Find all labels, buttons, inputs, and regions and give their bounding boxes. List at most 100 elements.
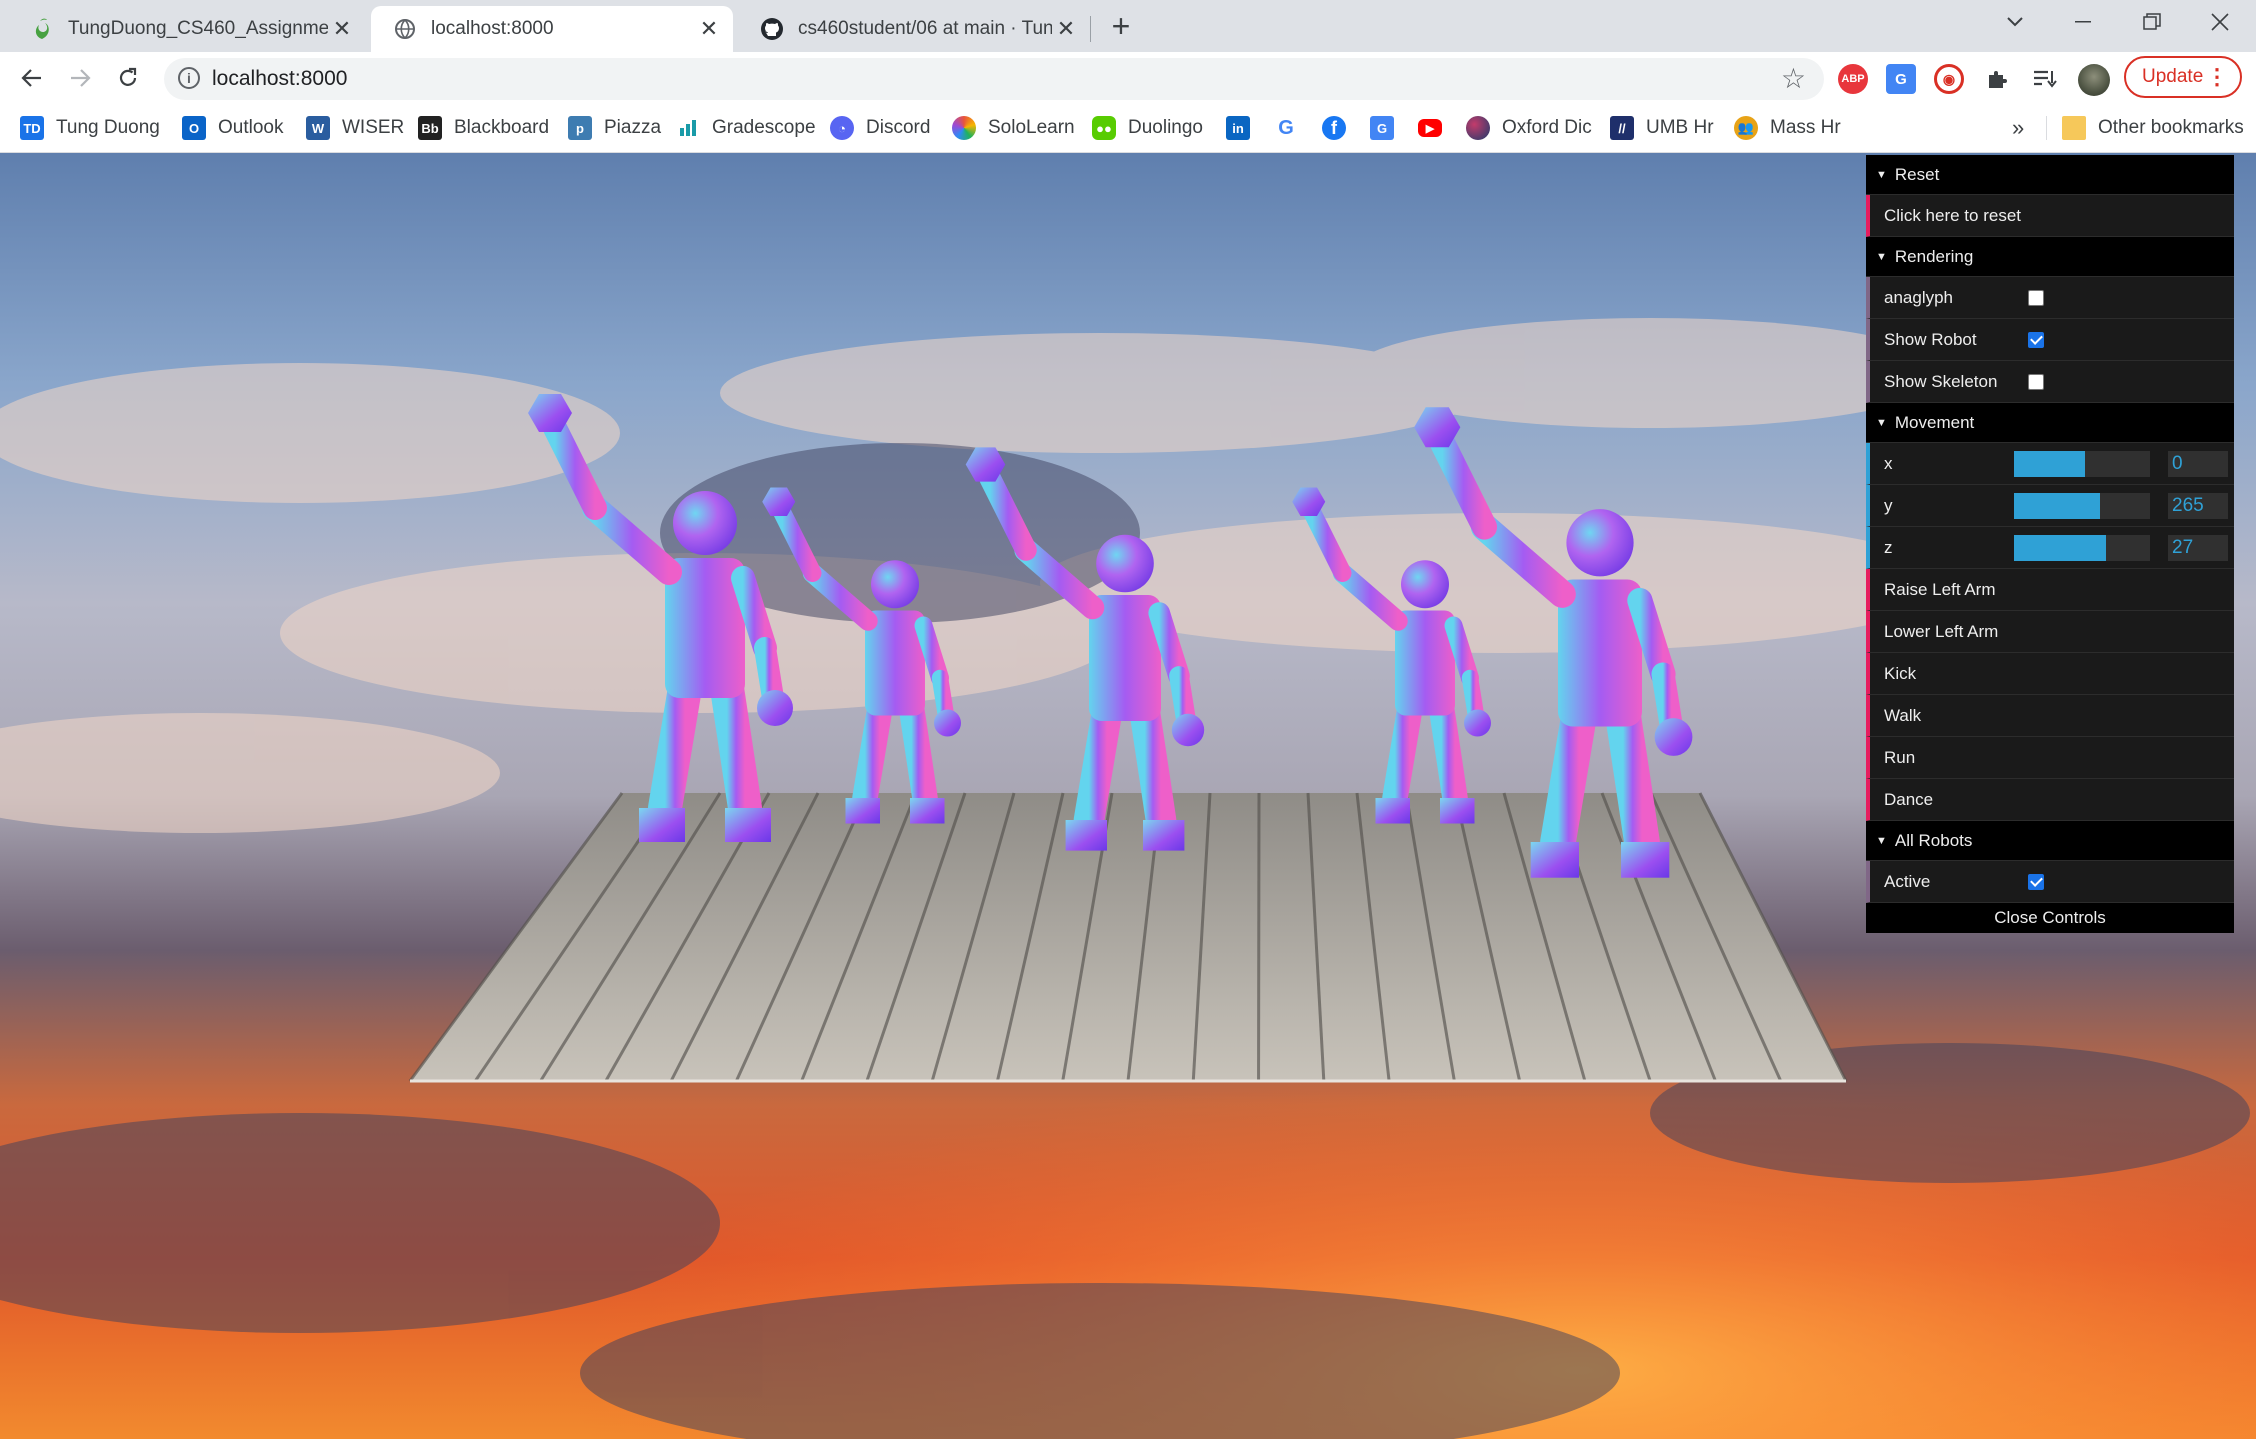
bookmark-label: Blackboard: [454, 117, 550, 138]
z-slider[interactable]: [2014, 535, 2150, 561]
tab-search-icon[interactable]: [1985, 0, 2045, 44]
extensions-puzzle-icon[interactable]: [1982, 64, 2012, 94]
tab-title: TungDuong_CS460_Assignment_: [68, 18, 328, 39]
bookmark-gradescope[interactable]: Gradescope: [676, 114, 816, 142]
x-slider[interactable]: [2014, 451, 2150, 477]
reading-list-icon[interactable]: [2030, 64, 2060, 94]
github-icon: [760, 17, 784, 41]
adblock-plus-icon[interactable]: ABP: [1838, 64, 1868, 94]
bookmark-label: SoloLearn: [988, 117, 1075, 138]
tab-title: cs460student/06 at main · TungD: [798, 18, 1052, 39]
bookmark-star-icon[interactable]: ☆: [1781, 62, 1806, 95]
bookmark-label: Piazza: [604, 117, 662, 138]
show-robot-label: Show Robot: [1884, 329, 1977, 349]
umb-icon: //: [1610, 116, 1634, 140]
bookmark-outlook[interactable]: O Outlook: [182, 114, 283, 142]
x-label: x: [1884, 453, 1893, 473]
y-slider-row: y 265: [1866, 485, 2234, 527]
discord-icon: ◔: [830, 116, 854, 140]
action-label: Run: [1884, 747, 1916, 767]
bookmark-oxford[interactable]: Oxford Dic: [1466, 114, 1592, 142]
close-window-icon[interactable]: [2190, 0, 2250, 44]
run-button[interactable]: Run: [1866, 737, 2234, 779]
reload-icon[interactable]: [110, 60, 146, 96]
bookmark-blackboard[interactable]: Bb Blackboard: [418, 114, 549, 142]
bookmark-piazza[interactable]: p Piazza: [568, 114, 661, 142]
show-robot-checkbox[interactable]: [2028, 331, 2044, 348]
controls-panel: ▼ Reset Click here to reset ▼ Rendering an…: [1866, 155, 2234, 933]
x-slider-row: x 0: [1866, 443, 2234, 485]
outlook-icon: O: [182, 116, 206, 140]
other-bookmarks[interactable]: Other bookmarks: [2062, 114, 2244, 142]
close-controls-button[interactable]: Close Controls: [1866, 903, 2234, 933]
bookmark-sololearn[interactable]: SoloLearn: [952, 114, 1075, 142]
tab-localhost[interactable]: localhost:8000 ✕: [371, 6, 733, 52]
dance-button[interactable]: Dance: [1866, 779, 2234, 821]
y-value-input[interactable]: 265: [2168, 493, 2228, 519]
anaglyph-checkbox[interactable]: [2028, 289, 2044, 306]
folder-reset[interactable]: ▼ Reset: [1866, 155, 2234, 195]
profile-avatar[interactable]: [2078, 64, 2110, 96]
close-tab-icon[interactable]: ✕: [1052, 16, 1080, 42]
bookmark-label: WISER: [342, 117, 405, 138]
lower-left-arm-button[interactable]: Lower Left Arm: [1866, 611, 2234, 653]
bookmark-discord[interactable]: ◔ Discord: [830, 114, 930, 142]
bookmark-wiser[interactable]: W WISER: [306, 114, 404, 142]
walk-button[interactable]: Walk: [1866, 695, 2234, 737]
folder-rendering[interactable]: ▼ Rendering: [1866, 237, 2234, 277]
raise-left-arm-button[interactable]: Raise Left Arm: [1866, 569, 2234, 611]
active-checkbox[interactable]: [2028, 873, 2044, 890]
forward-icon[interactable]: [62, 60, 98, 96]
action-label: Walk: [1884, 705, 1922, 725]
restore-icon[interactable]: [2122, 0, 2182, 44]
bookmark-linkedin[interactable]: in: [1226, 114, 1262, 142]
google-translate-icon[interactable]: G: [1886, 64, 1916, 94]
show-skeleton-label: Show Skeleton: [1884, 371, 1998, 391]
bookmarks-bar: TD Tung Duong O Outlook W WISER Bb Black…: [0, 104, 2256, 153]
bookmark-google[interactable]: G: [1274, 114, 1310, 142]
globe-icon: [393, 17, 417, 41]
bookmark-duolingo[interactable]: ●● Duolingo: [1092, 114, 1203, 142]
kick-button[interactable]: Kick: [1866, 653, 2234, 695]
z-value-input[interactable]: 27: [2168, 535, 2228, 561]
other-bookmarks-label: Other bookmarks: [2098, 117, 2244, 138]
menu-dots-icon[interactable]: ⋮: [2206, 64, 2228, 90]
caret-down-icon: ▼: [1876, 834, 1887, 847]
close-tab-icon[interactable]: ✕: [695, 16, 723, 42]
bookmark-umb-hr[interactable]: // UMB Hr: [1610, 114, 1714, 142]
oxford-icon: [1466, 116, 1490, 140]
close-tab-icon[interactable]: ✕: [328, 16, 356, 42]
reset-button[interactable]: Click here to reset: [1866, 195, 2234, 237]
show-skeleton-checkbox[interactable]: [2028, 373, 2044, 390]
wiser-icon: W: [306, 116, 330, 140]
folder-title: All Robots: [1894, 830, 1973, 850]
overleaf-icon: [30, 17, 54, 41]
new-tab-button[interactable]: +: [1106, 8, 1136, 44]
x-value-input[interactable]: 0: [2168, 451, 2228, 477]
y-slider[interactable]: [2014, 493, 2150, 519]
bookmarks-overflow-button[interactable]: »: [2012, 114, 2024, 142]
active-row: Active: [1866, 861, 2234, 903]
facebook-icon: f: [1322, 116, 1346, 140]
back-icon[interactable]: [14, 60, 50, 96]
bookmark-translate[interactable]: G: [1370, 114, 1406, 142]
bookmark-youtube[interactable]: ▶: [1418, 114, 1454, 142]
bookmark-tung-duong[interactable]: TD Tung Duong: [20, 114, 160, 142]
bookmark-facebook[interactable]: f: [1322, 114, 1358, 142]
extension-shield-icon[interactable]: ◉: [1934, 64, 1964, 94]
bookmark-mass-hr[interactable]: 👥 Mass Hr: [1734, 114, 1841, 142]
minimize-icon[interactable]: [2053, 0, 2113, 44]
site-info-icon[interactable]: i: [178, 67, 200, 89]
tab-overleaf[interactable]: TungDuong_CS460_Assignment_ ✕: [8, 6, 366, 52]
folder-all-robots[interactable]: ▼ All Robots: [1866, 821, 2234, 861]
td-icon: TD: [20, 116, 44, 140]
slider-fill: [2014, 493, 2100, 519]
tab-github[interactable]: cs460student/06 at main · TungD ✕: [738, 6, 1090, 52]
action-label: Lower Left Arm: [1884, 621, 1999, 641]
folder-title: Rendering: [1894, 246, 1974, 266]
update-button[interactable]: Update ⋮: [2124, 56, 2242, 98]
bookmark-label: Discord: [866, 117, 931, 138]
folder-movement[interactable]: ▼ Movement: [1866, 403, 2234, 443]
tab-strip: TungDuong_CS460_Assignment_ ✕ localhost:…: [0, 0, 2256, 52]
address-bar[interactable]: i localhost:8000 ☆: [164, 58, 1824, 100]
